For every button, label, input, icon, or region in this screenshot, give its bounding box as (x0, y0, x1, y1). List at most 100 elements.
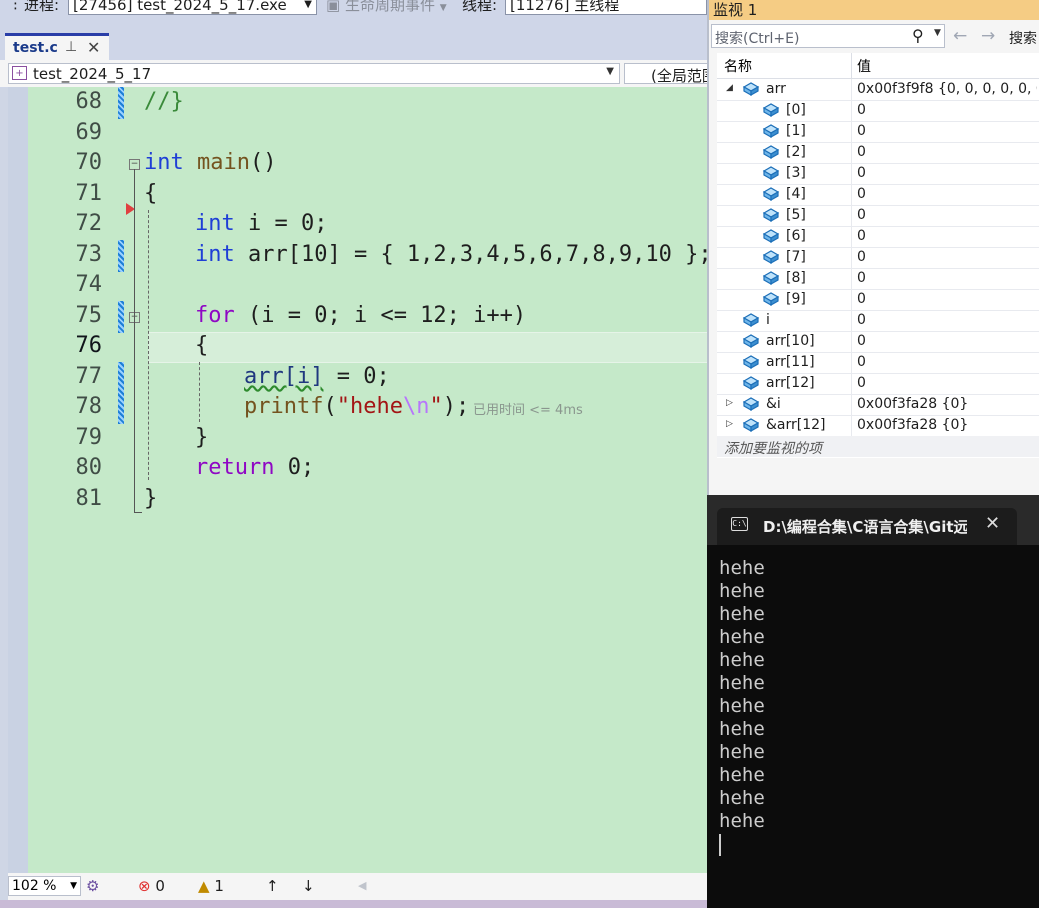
watch-row-value[interactable]: 0 (857, 144, 1037, 160)
console-title-bar[interactable]: C:\ D:\编程合集\C语言合集\Git远程仓库 ✕ (707, 495, 1039, 545)
expand-toggle-icon[interactable]: ▷ (726, 398, 733, 408)
watch-row-value[interactable]: 0 (857, 354, 1037, 370)
expand-toggle-icon[interactable]: ◢ (726, 83, 733, 93)
expand-toggle-icon[interactable]: ▷ (726, 419, 733, 429)
watch-row[interactable]: [2] 0 (717, 142, 1039, 164)
close-icon[interactable]: ✕ (985, 513, 1000, 534)
toolbar-grip: ⋮ (8, 0, 23, 12)
code-line-79: } (195, 425, 209, 450)
watch-title: 监视 1 (713, 1, 758, 19)
errors-indicator[interactable]: ⊗ 0 (138, 877, 165, 895)
code-line-81: } (144, 486, 158, 511)
watch-row[interactable]: [6] 0 (717, 226, 1039, 248)
watch-row[interactable]: arr[11] 0 (717, 352, 1039, 374)
watch-row[interactable]: [5] 0 (717, 205, 1039, 227)
code-line-70: int main() (144, 150, 276, 175)
console-lines: hehe hehe hehe hehe hehe hehe hehe hehe hehe hehe… (719, 557, 765, 833)
console-tab[interactable]: C:\ D:\编程合集\C语言合集\Git远程仓库 ✕ (717, 508, 1017, 545)
variable-icon (762, 102, 780, 118)
window-bottom-edge (0, 900, 707, 908)
variable-icon (762, 144, 780, 160)
line-number: 79 (75, 425, 103, 450)
column-divider (851, 205, 852, 226)
global-scope-dropdown[interactable]: (全局范围) (624, 63, 723, 85)
watch-row-value[interactable]: 0 (857, 123, 1037, 139)
watch-row-name: arr (766, 81, 786, 97)
tab-test-c[interactable]: test.c ⊥ ✕ (5, 33, 109, 60)
column-divider (851, 184, 852, 205)
console-output[interactable]: hehe hehe hehe hehe hehe hehe hehe hehe hehe hehe… (719, 557, 765, 856)
column-divider[interactable] (851, 53, 852, 78)
search-back-icon[interactable]: ← (953, 26, 967, 46)
function-name: main (197, 150, 250, 175)
watch-row[interactable]: [0] 0 (717, 100, 1039, 122)
chevron-down-icon[interactable]: ▼ (934, 28, 941, 38)
chevron-down-icon: ▼ (606, 66, 614, 77)
zoom-value: 102 % (12, 878, 57, 894)
watch-row[interactable]: [7] 0 (717, 247, 1039, 269)
watch-row-value[interactable]: 0 (857, 312, 1037, 328)
variable-icon (762, 207, 780, 223)
change-marker (118, 87, 124, 119)
watch-row-value[interactable]: 0 (857, 165, 1037, 181)
watch-row[interactable]: arr[10] 0 (717, 331, 1039, 353)
line-number: 70 (75, 150, 103, 175)
watch-row-value[interactable]: 0x00f3fa28 {0} (857, 396, 1037, 412)
watch-row-value[interactable]: 0 (857, 228, 1037, 244)
watch-row-value[interactable]: 0 (857, 186, 1037, 202)
pin-icon[interactable]: ⊥ (65, 39, 77, 55)
keyword: return (195, 455, 275, 480)
watch-row[interactable]: arr[12] 0 (717, 373, 1039, 395)
column-header-value[interactable]: 值 (857, 56, 871, 76)
zoom-dropdown[interactable]: 102 % ▼ (8, 876, 81, 896)
watch-row-value[interactable]: 0x00f3f9f8 {0, 0, 0, 0, 0, 0, 0, 0, 0, 0… (857, 81, 1037, 97)
scroll-left-icon[interactable]: ◀ (358, 879, 366, 892)
watch-row[interactable]: [9] 0 (717, 289, 1039, 311)
watch-row-value[interactable]: 0 (857, 375, 1037, 391)
watch-grid: 名称 值 ◢ arr 0x00f3f9f8 {0, 0, 0, 0, 0, 0, 0… (717, 53, 1039, 458)
add-watch-row[interactable]: 添加要监视的项 (717, 436, 1039, 457)
watch-row-value[interactable]: 0 (857, 102, 1037, 118)
code-editor[interactable]: 68 69 70 71 72 73 74 75 76 77 78 79 80 8… (8, 87, 707, 873)
watch-row-value[interactable]: 0 (857, 291, 1037, 307)
watch-row-value[interactable]: 0 (857, 333, 1037, 349)
code-health-icon[interactable]: ⚙ (86, 877, 99, 895)
watch-row[interactable]: i0 (717, 310, 1039, 332)
watch-row-value[interactable]: 0x00f3fa28 {0} (857, 417, 1037, 433)
project-scope-dropdown[interactable]: + test_2024_5_17 ▼ (8, 63, 620, 84)
thread-dropdown[interactable]: [11276] 主线程 (505, 0, 707, 15)
warning-squiggle-text[interactable]: arr[i] (244, 364, 323, 389)
watch-row-value[interactable]: 0 (857, 249, 1037, 265)
lifecycle-events-button[interactable]: ▣ 生命周期事件 ▼ (326, 0, 447, 15)
next-issue-button[interactable]: ↓ (302, 877, 315, 895)
watch-row-value[interactable]: 0 (857, 207, 1037, 223)
watch-row[interactable]: [1] 0 (717, 121, 1039, 143)
warnings-indicator[interactable]: ▲ 1 (198, 877, 224, 895)
current-line-highlight (148, 332, 707, 363)
watch-search-input[interactable]: 搜索(Ctrl+E) ⚲ ▼ (711, 24, 945, 48)
process-dropdown[interactable]: [27456] test_2024_5_17.exe ▼ (68, 0, 317, 15)
console-line: hehe (719, 557, 765, 579)
perf-tip-elapsed[interactable]: 已用时间 <= 4ms (473, 399, 583, 418)
watch-row-name: arr[11] (766, 354, 815, 370)
variable-icon (742, 333, 760, 349)
search-icon[interactable]: ⚲ (912, 26, 924, 45)
search-forward-icon[interactable]: → (981, 26, 995, 46)
watch-row[interactable]: [4] 0 (717, 184, 1039, 206)
column-header-name[interactable]: 名称 (724, 56, 752, 76)
variable-icon (762, 165, 780, 181)
watch-row[interactable]: [8] 0 (717, 268, 1039, 290)
watch-row[interactable]: ◢ arr 0x00f3f9f8 {0, 0, 0, 0, 0, 0, 0, 0, … (717, 79, 1039, 101)
watch-row[interactable]: ▷ &arr[12] 0x00f3fa28 {0} (717, 415, 1039, 437)
line-number: 69 (75, 120, 103, 145)
watch-title-bar[interactable]: 监视 1 (709, 0, 1039, 20)
previous-issue-button[interactable]: ↑ (266, 877, 279, 895)
code-text: arr[10] = { 1,2,3,4,5,6,7,8,9,10 }; (234, 242, 707, 267)
variable-icon (742, 354, 760, 370)
variable-icon (742, 396, 760, 412)
close-icon[interactable]: ✕ (87, 38, 100, 57)
indicator-margin[interactable] (8, 87, 28, 873)
watch-row[interactable]: [3] 0 (717, 163, 1039, 185)
watch-row-value[interactable]: 0 (857, 270, 1037, 286)
watch-row[interactable]: ▷ &i 0x00f3fa28 {0} (717, 394, 1039, 416)
